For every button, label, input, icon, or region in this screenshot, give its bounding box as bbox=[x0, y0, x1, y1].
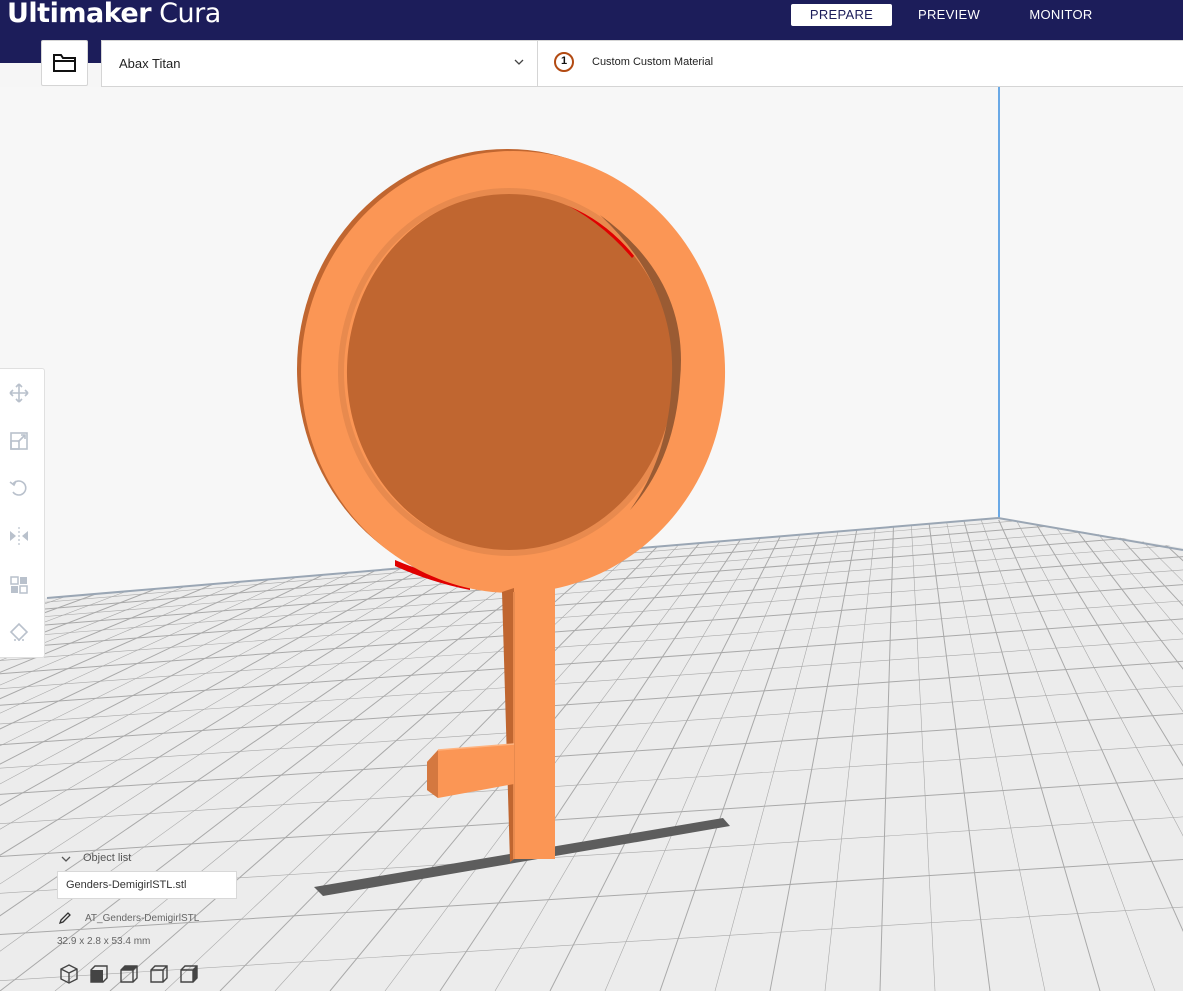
3d-scene[interactable] bbox=[0, 87, 1183, 991]
printer-selector[interactable]: Abax Titan bbox=[101, 40, 538, 87]
chevron-down-icon bbox=[514, 59, 524, 65]
left-view-icon[interactable] bbox=[148, 963, 170, 985]
move-icon[interactable] bbox=[8, 382, 30, 404]
tab-monitor[interactable]: MONITOR bbox=[1020, 4, 1102, 26]
front-view-icon[interactable] bbox=[88, 963, 110, 985]
pencil-icon bbox=[58, 912, 71, 925]
chevron-down-icon bbox=[61, 856, 71, 862]
top-view-icon[interactable] bbox=[118, 963, 140, 985]
per-model-settings-icon[interactable] bbox=[8, 574, 30, 596]
object-name-label: AT_Genders-DemigirlSTL bbox=[85, 913, 200, 924]
tab-prepare[interactable]: PREPARE bbox=[791, 4, 892, 26]
support-blocker-icon[interactable] bbox=[8, 621, 30, 643]
right-view-icon[interactable] bbox=[178, 963, 200, 985]
rotate-icon[interactable] bbox=[8, 477, 30, 499]
extruder-number: 1 bbox=[560, 55, 568, 67]
material-name: Custom Custom Material bbox=[592, 56, 714, 68]
object-list-item[interactable]: Genders-DemigirlSTL.stl bbox=[66, 879, 186, 891]
tool-panel bbox=[0, 368, 45, 658]
object-dimensions: 32.9 x 2.8 x 53.4 mm bbox=[57, 936, 151, 947]
tab-preview[interactable]: PREVIEW bbox=[905, 4, 993, 26]
mirror-icon[interactable] bbox=[8, 525, 30, 547]
scale-icon[interactable] bbox=[8, 430, 30, 452]
print-setup-selector[interactable]: 1 Custom Custom Material bbox=[537, 40, 1183, 87]
folder-icon bbox=[53, 54, 76, 72]
printer-name: Abax Titan bbox=[119, 56, 181, 71]
open-file-button[interactable] bbox=[41, 40, 88, 86]
extruder-icon: 1 bbox=[554, 52, 574, 72]
object-list: Genders-DemigirlSTL.stl bbox=[57, 871, 237, 899]
object-list-title: Object list bbox=[83, 852, 132, 864]
build-plate-viewport[interactable]: Object list Genders-DemigirlSTL.stl AT_G… bbox=[0, 87, 1183, 991]
app-logo: Ultimaker Cura bbox=[7, 0, 221, 29]
3d-view-icon[interactable] bbox=[58, 963, 80, 985]
application-header: Ultimaker Cura PREPARE PREVIEW MONITOR bbox=[0, 0, 1183, 39]
